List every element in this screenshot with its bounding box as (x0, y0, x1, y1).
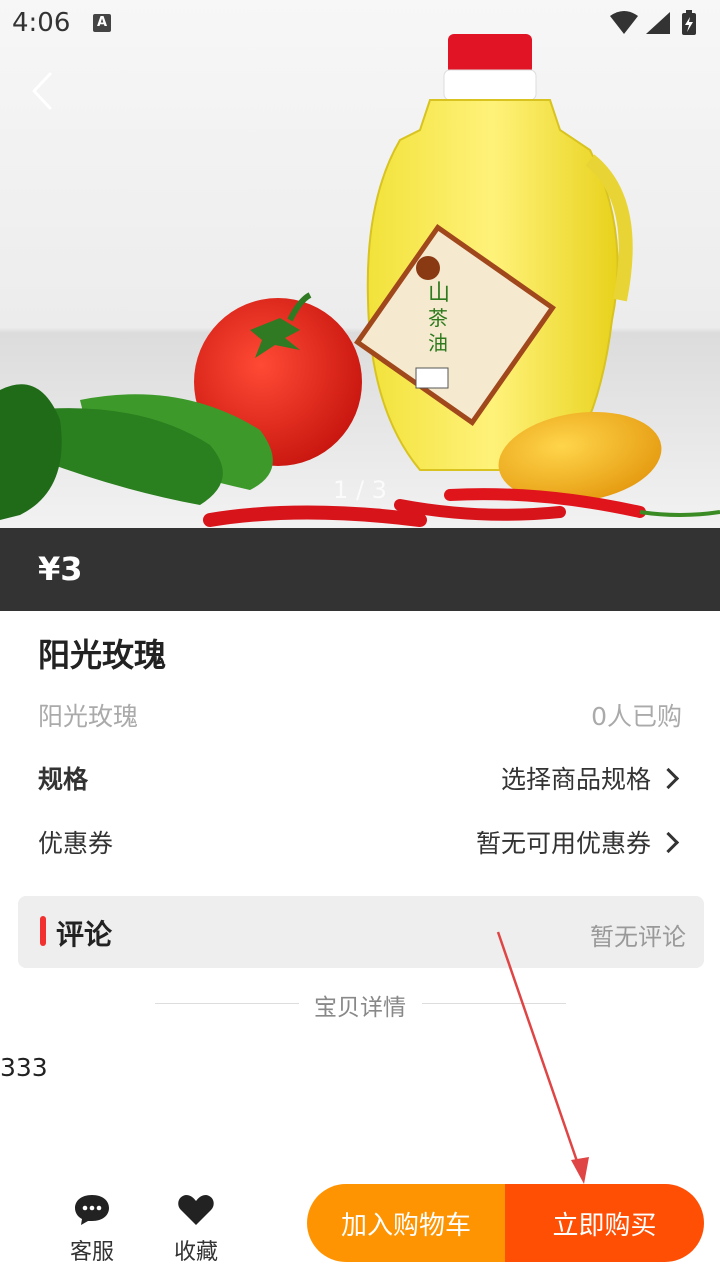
product-image-carousel[interactable]: 山 茶 油 (0, 0, 720, 528)
add-to-cart-button[interactable]: 加入购物车 (307, 1184, 505, 1262)
customer-service-button[interactable]: 客服 (47, 1192, 137, 1266)
notification-icon: A (93, 14, 111, 32)
comments-section[interactable]: 评论 暂无评论 (18, 896, 704, 968)
product-subtitle: 阳光玫瑰 (38, 702, 139, 731)
spec-label: 规格 (38, 765, 89, 794)
product-photo: 山 茶 油 (0, 0, 720, 528)
svg-text:油: 油 (428, 331, 448, 355)
buy-now-button[interactable]: 立即购买 (505, 1184, 704, 1262)
system-icons (610, 10, 696, 35)
status-bar: 4:06 A (0, 0, 720, 48)
back-button[interactable] (22, 66, 66, 116)
chat-bubble-icon (75, 1195, 109, 1225)
customer-service-label: 客服 (69, 1240, 114, 1265)
section-accent-bar (40, 916, 46, 946)
coupon-value: 暂无可用优惠券 (475, 829, 651, 858)
svg-text:山: 山 (428, 281, 450, 306)
coupon-selector[interactable]: 暂无可用优惠券 (476, 824, 680, 860)
detail-content: 333 (0, 1053, 48, 1082)
spec-selector[interactable]: 选择商品规格 (501, 760, 680, 796)
favorite-button[interactable]: 收藏 (151, 1192, 241, 1266)
comments-empty-text: 暂无评论 (590, 923, 686, 951)
product-price: ¥3 (38, 550, 83, 588)
coupon-label: 优惠券 (38, 829, 114, 858)
signal-icon (646, 12, 670, 34)
product-title: 阳光玫瑰 (38, 636, 167, 674)
chevron-left-icon (32, 72, 52, 110)
comments-title: 评论 (56, 918, 113, 951)
chevron-right-icon (657, 767, 680, 789)
detail-section-title: 宝贝详情 (314, 995, 406, 1021)
heart-icon (178, 1195, 214, 1225)
chevron-right-icon (657, 831, 680, 853)
status-time: 4:06 (12, 8, 71, 38)
price-bar: ¥3 (0, 528, 720, 611)
carousel-pager: 1 / 3 (333, 476, 387, 504)
divider-right (422, 1003, 566, 1004)
svg-text:茶: 茶 (428, 306, 448, 330)
buyer-count: 0人已购 (591, 702, 682, 731)
wifi-icon (610, 11, 638, 34)
favorite-label: 收藏 (173, 1240, 218, 1265)
spec-value: 选择商品规格 (500, 765, 651, 794)
